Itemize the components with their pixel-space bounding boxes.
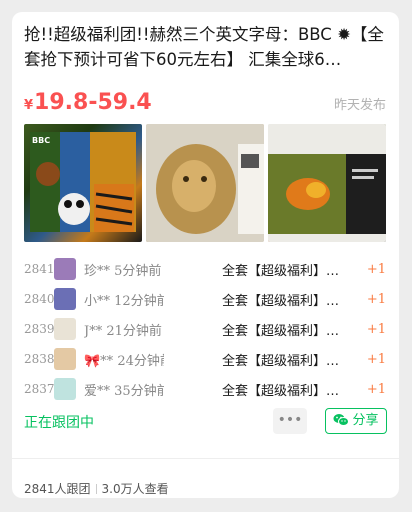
record-qty: +1	[366, 351, 386, 367]
avatar	[54, 258, 76, 280]
post-title[interactable]: 抢!!超级福利团!!赫然三个英文字母：BBC ✹【全套抢下预计可省下60元左右】…	[24, 22, 386, 72]
record-qty: +1	[366, 291, 386, 307]
record-user: 爱** 35分钟前	[84, 383, 164, 399]
record-item: 全套【超级福利】…	[222, 383, 340, 399]
record-item: 全套【超级福利】…	[222, 293, 340, 309]
record-qty: +1	[366, 261, 386, 277]
price: ¥19.8-59.4	[24, 90, 152, 115]
record-qty: +1	[366, 381, 386, 397]
share-label: 分享	[352, 413, 379, 428]
product-image-3[interactable]	[268, 124, 386, 242]
record-number: 2837	[24, 382, 55, 396]
join-record[interactable]: 2837 爱** 35分钟前 全套【超级福利】… +1	[24, 374, 386, 404]
record-number: 2840	[24, 292, 55, 306]
join-record-list: 2841 珍** 5分钟前 全套【超级福利】… +1 2840 小** 12分钟…	[24, 254, 386, 404]
record-number: 2838	[24, 352, 55, 366]
record-user: J** 21分钟前	[84, 323, 162, 339]
more-button[interactable]: •••	[273, 408, 307, 434]
avatar	[54, 288, 76, 310]
record-number: 2841	[24, 262, 55, 276]
record-user: 珍** 5分钟前	[84, 263, 162, 279]
avatar	[54, 348, 76, 370]
product-image-1[interactable]: BBC	[24, 124, 142, 242]
record-user: 小** 12分钟前	[84, 293, 164, 309]
divider	[12, 458, 399, 459]
record-item: 全套【超级福利】…	[222, 353, 340, 369]
record-item: 全套【超级福利】…	[222, 263, 340, 279]
joined-count: 2841人跟团	[24, 482, 91, 496]
avatar	[54, 318, 76, 340]
record-user: 🎀** 24分钟前	[84, 353, 164, 369]
product-image-3-art	[268, 124, 386, 242]
record-item: 全套【超级福利】…	[222, 323, 340, 339]
avatar	[54, 378, 76, 400]
record-qty: +1	[366, 321, 386, 337]
post-time: 昨天发布	[333, 98, 386, 113]
join-record[interactable]: 2838 🎀** 24分钟前 全套【超级福利】… +1	[24, 344, 386, 374]
footer-separator	[95, 484, 97, 494]
following-status[interactable]: 正在跟团中	[24, 414, 94, 432]
product-images[interactable]: BBC	[24, 124, 386, 242]
product-image-2-art	[146, 124, 264, 242]
join-record[interactable]: 2841 珍** 5分钟前 全套【超级福利】… +1	[24, 254, 386, 284]
footer-stats: 2841人跟团 3.0万人查看	[24, 480, 169, 497]
wechat-icon	[333, 414, 350, 426]
record-number: 2839	[24, 322, 55, 336]
view-count: 3.0万人查看	[101, 482, 169, 496]
join-record[interactable]: 2839 J** 21分钟前 全套【超级福利】… +1	[24, 314, 386, 344]
group-buy-card[interactable]: 抢!!超级福利团!!赫然三个英文字母：BBC ✹【全套抢下预计可省下60元左右】…	[12, 12, 399, 498]
join-record[interactable]: 2840 小** 12分钟前 全套【超级福利】… +1	[24, 284, 386, 314]
share-button[interactable]: 分享	[325, 408, 387, 434]
price-row: ¥19.8-59.4 昨天发布	[24, 88, 386, 118]
product-image-2[interactable]	[146, 124, 264, 242]
image-label: BBC	[32, 136, 51, 145]
